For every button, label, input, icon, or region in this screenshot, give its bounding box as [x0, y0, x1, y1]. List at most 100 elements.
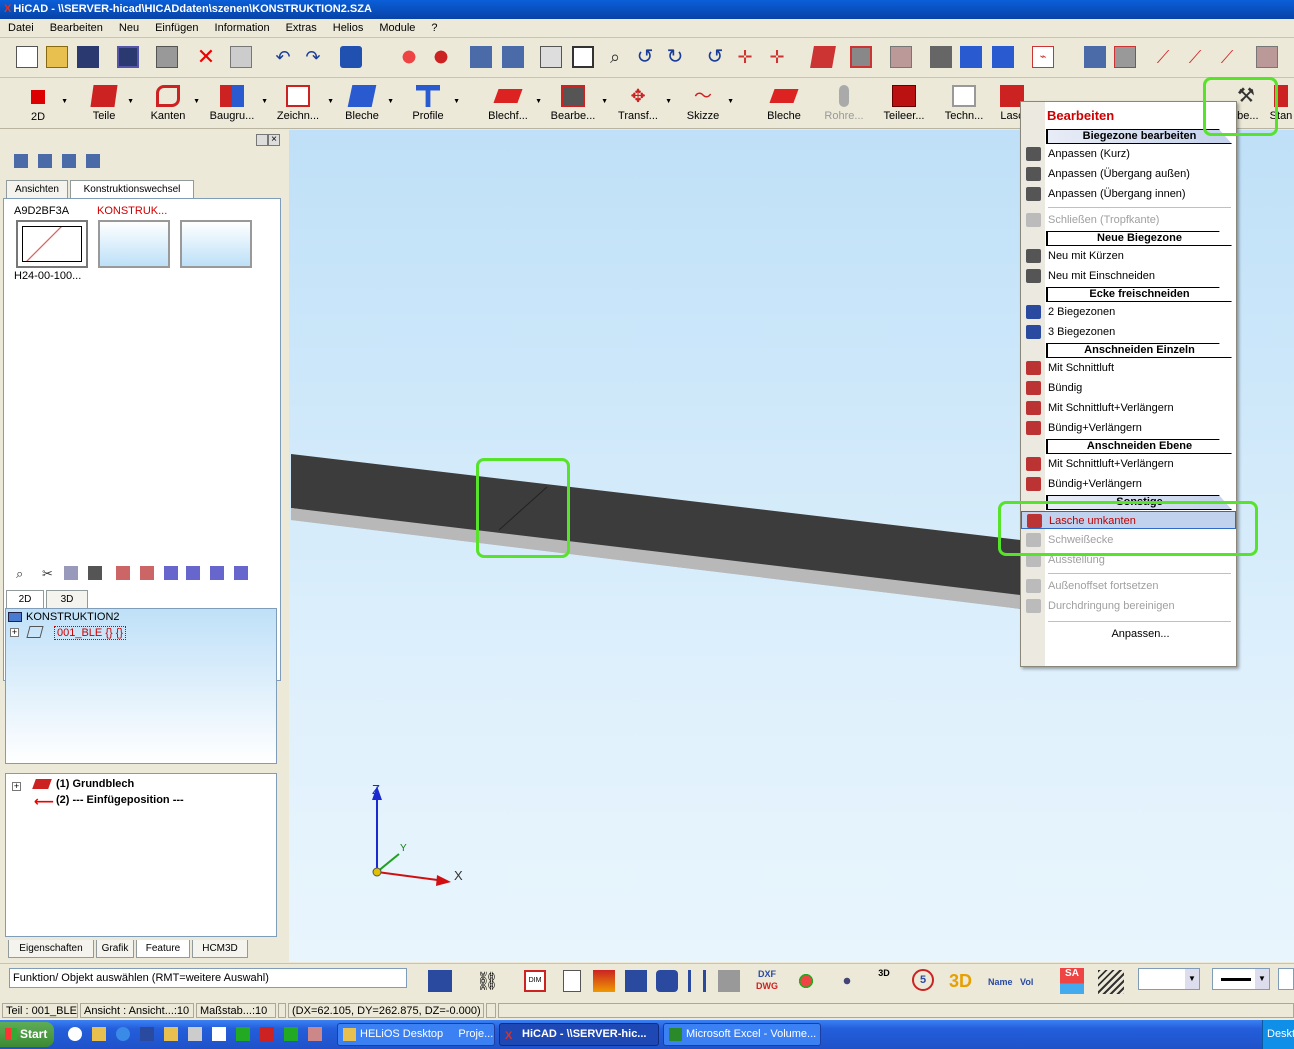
rotate2-icon[interactable]: ↻	[664, 46, 686, 68]
3d-dim-icon[interactable]: 3D	[872, 968, 896, 994]
sheet-icon[interactable]	[810, 46, 836, 68]
magnify-icon[interactable]: ⌕	[604, 46, 626, 68]
start-button[interactable]: Start	[0, 1022, 54, 1047]
tb-teile[interactable]: Teile ▼	[84, 81, 134, 127]
tb-transform[interactable]: ✥ Transf... ▼	[614, 81, 672, 127]
measure3-icon[interactable]: ⟋	[1216, 46, 1238, 68]
tree-root[interactable]: KONSTRUKTION2	[26, 611, 120, 623]
tb-teileerzeugung[interactable]: Teileer...	[880, 81, 928, 127]
menu-item[interactable]: 3 Biegezonen	[1021, 323, 1236, 341]
menu-help[interactable]: ?	[423, 19, 445, 38]
quick-launch-icon[interactable]	[68, 1027, 82, 1041]
tree-op5-icon[interactable]	[210, 566, 224, 580]
tab-ansichten[interactable]: Ansichten	[6, 180, 68, 198]
chain-icon[interactable]: ⛓	[476, 970, 499, 992]
hatch-icon[interactable]	[1098, 970, 1124, 994]
menu-item-anpassen[interactable]: Anpassen...	[1021, 625, 1236, 643]
part-icon[interactable]	[890, 46, 912, 68]
clipboard-icon[interactable]	[230, 46, 252, 68]
volume-icon[interactable]: Vol	[1020, 972, 1046, 992]
tb-bearbeiten-solid[interactable]: Bearbe... ▼	[548, 81, 608, 127]
dxf-dwg-icon[interactable]: DXF DWG	[754, 968, 780, 994]
tree-op2-icon[interactable]	[140, 566, 154, 580]
menu-neu[interactable]: Neu	[111, 19, 147, 38]
tree-op4-icon[interactable]	[186, 566, 200, 580]
menu-item[interactable]: Mit Schnittluft+Verlängern	[1021, 399, 1236, 417]
quick-launch-icon[interactable]	[308, 1027, 322, 1041]
quick-launch-icon[interactable]	[260, 1027, 274, 1041]
quick-launch-icon[interactable]	[140, 1027, 154, 1041]
quick-launch-icon[interactable]	[92, 1027, 106, 1041]
thumbnail-empty[interactable]	[180, 220, 252, 268]
tb-technik[interactable]: Techn...	[940, 81, 988, 127]
search-icon[interactable]: ⌕	[16, 566, 30, 581]
measure2-icon[interactable]: ⟋	[1184, 46, 1206, 68]
number-5-icon[interactable]: 5	[912, 969, 934, 991]
menu-item[interactable]: Außenoffset fortsetzen	[1021, 577, 1236, 595]
new-file-icon[interactable]	[16, 46, 38, 68]
points2-icon[interactable]	[430, 46, 452, 68]
menu-bearbeiten[interactable]: Bearbeiten	[42, 19, 111, 38]
tab-2d[interactable]: 2D	[6, 590, 44, 608]
color-dropdown[interactable]	[1278, 968, 1294, 990]
tab-grafik[interactable]: Grafik	[96, 940, 134, 958]
quick-launch-icon[interactable]	[164, 1027, 178, 1041]
delete-icon[interactable]: ✕	[195, 46, 217, 68]
name-icon[interactable]: Name	[988, 972, 1014, 992]
box-icon[interactable]	[930, 46, 952, 68]
view-tool2-icon[interactable]	[38, 154, 52, 168]
pdf-icon[interactable]: ⌁	[1032, 46, 1054, 68]
view-icon[interactable]	[470, 46, 492, 68]
copy-icon[interactable]	[64, 566, 78, 580]
menu-item[interactable]: Bündig+Verlängern	[1021, 419, 1236, 437]
layer2-icon[interactable]	[1114, 46, 1136, 68]
tree-child-part[interactable]: 001_BLE {} {}	[54, 626, 127, 640]
thumbnail-drawing[interactable]	[16, 220, 88, 268]
tb-2d[interactable]: 2D ▼	[18, 81, 68, 127]
menu-datei[interactable]: Datei	[0, 19, 42, 38]
select-icon[interactable]	[340, 46, 362, 68]
expand-icon[interactable]: +	[10, 628, 19, 637]
tab-3d[interactable]: 3D	[46, 590, 88, 608]
close-pane-icon[interactable]: ×	[268, 134, 280, 146]
menu-item[interactable]: Bündig+Verlängern	[1021, 475, 1236, 493]
tab-konstruktionswechsel[interactable]: Konstruktionswechsel	[70, 180, 194, 198]
plugin-icon[interactable]	[795, 970, 817, 992]
doc-icon[interactable]	[563, 970, 581, 992]
menu-helios[interactable]: Helios	[325, 19, 372, 38]
zoom-fit-icon[interactable]	[572, 46, 594, 68]
undo-icon[interactable]: ↶	[272, 46, 294, 68]
3d-icon[interactable]: 3D	[949, 969, 975, 993]
feature-expand-icon[interactable]: +	[12, 782, 21, 791]
menu-item[interactable]: Mit Schnittluft+Verlängern	[1021, 455, 1236, 473]
menu-item[interactable]: Neu mit Einschneiden	[1021, 267, 1236, 285]
menu-item[interactable]: Bündig	[1021, 379, 1236, 397]
tb-kanten[interactable]: Kanten ▼	[146, 81, 200, 127]
menu-item[interactable]: Durchdringung bereinigen	[1021, 597, 1236, 615]
tb-profile[interactable]: Profile ▼	[406, 81, 460, 127]
paste-icon[interactable]	[88, 566, 102, 580]
quick-launch-icon[interactable]	[212, 1027, 226, 1041]
excel-icon[interactable]	[236, 1027, 250, 1041]
points-icon[interactable]	[398, 46, 420, 68]
axis2-icon[interactable]: ✛	[766, 46, 788, 68]
menu-module[interactable]: Module	[371, 19, 423, 38]
tree-op-icon[interactable]	[116, 566, 130, 580]
menu-item[interactable]: Anpassen (Kurz)	[1021, 145, 1236, 163]
tb-baugruppe[interactable]: Baugru... ▼	[206, 81, 268, 127]
catalog-icon[interactable]	[1256, 46, 1278, 68]
tab-feature[interactable]: Feature	[136, 940, 190, 958]
feature-item-1[interactable]: (1) Grundblech	[56, 778, 134, 790]
open-folder-icon[interactable]	[46, 46, 68, 68]
measure-icon[interactable]: ⟋	[1152, 46, 1174, 68]
cmd-save-icon[interactable]	[625, 970, 647, 992]
zoom-window-icon[interactable]	[540, 46, 562, 68]
redo-icon[interactable]: ↷	[302, 46, 324, 68]
layers-icon[interactable]	[593, 970, 615, 992]
ladder-icon[interactable]	[688, 970, 706, 992]
export-icon[interactable]	[656, 970, 678, 992]
tree-op6-icon[interactable]	[234, 566, 248, 580]
save-all-icon[interactable]	[117, 46, 139, 68]
save-icon[interactable]	[77, 46, 99, 68]
quick-launch-icon[interactable]	[284, 1027, 298, 1041]
